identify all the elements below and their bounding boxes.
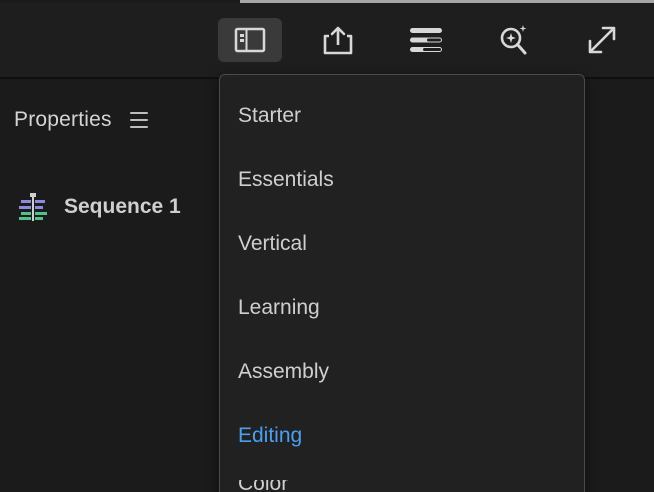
sequence-row[interactable]: Sequence 1	[18, 192, 181, 222]
workspace-item-starter[interactable]: Starter	[238, 104, 301, 128]
sparkle-search-icon	[500, 25, 527, 55]
share-export-icon	[323, 26, 353, 55]
workspace-item-essentials[interactable]: Essentials	[238, 168, 334, 192]
workspace-item-assembly[interactable]: Assembly	[238, 360, 329, 384]
panel-menu-icon[interactable]	[129, 112, 148, 128]
top-toolbar	[0, 3, 654, 79]
workspaces-icon	[234, 27, 266, 53]
export-button[interactable]	[306, 18, 370, 62]
workspaces-button[interactable]	[218, 18, 282, 62]
app-window: Properties Sequence 1 Starter Essentials…	[0, 0, 654, 492]
properties-panel-header: Properties	[14, 108, 148, 132]
panel-title: Properties	[14, 108, 112, 131]
panels-button[interactable]	[394, 18, 458, 62]
workspace-item-learning[interactable]: Learning	[238, 296, 320, 320]
workspace-dropdown-menu: Starter Essentials Vertical Learning Ass…	[219, 74, 585, 492]
workspace-item-vertical[interactable]: Vertical	[238, 232, 307, 256]
expand-icon	[588, 26, 616, 54]
workspace-item-color-label: Color	[238, 480, 289, 492]
sequence-label: Sequence 1	[64, 195, 181, 218]
quick-search-button[interactable]	[482, 18, 546, 62]
workspace-item-editing[interactable]: Editing	[238, 424, 302, 448]
panels-list-icon	[410, 28, 442, 52]
fullscreen-button[interactable]	[570, 18, 634, 62]
workspace-item-color[interactable]: Color	[238, 480, 288, 492]
sequence-icon	[19, 193, 47, 221]
